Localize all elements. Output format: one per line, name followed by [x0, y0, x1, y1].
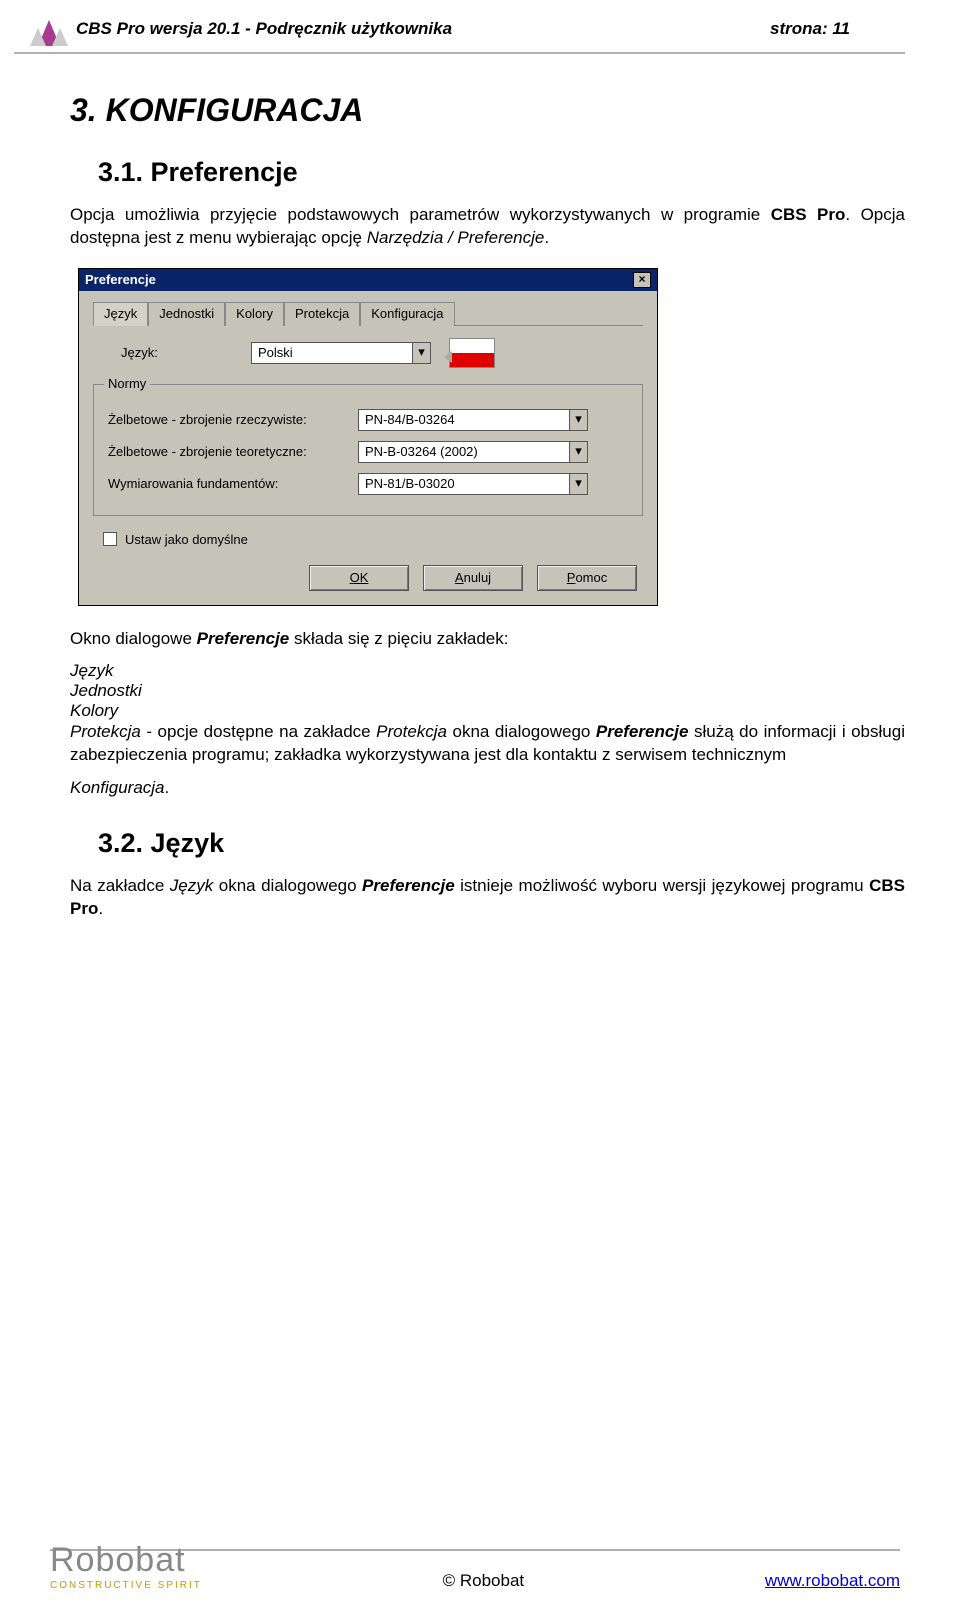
- chevron-down-icon[interactable]: ▾: [569, 442, 587, 462]
- tab-kolory[interactable]: Kolory: [225, 302, 284, 326]
- chevron-down-icon[interactable]: ▾: [412, 343, 430, 363]
- norms-fieldset: Normy Żelbetowe - zbrojenie rzeczywiste:…: [93, 384, 643, 516]
- chevron-down-icon[interactable]: ▾: [569, 410, 587, 430]
- footer-copyright: © Robobat: [443, 1571, 525, 1591]
- doc-title: CBS Pro wersja 20.1 - Podręcznik użytkow…: [76, 19, 770, 39]
- list-item: Jednostki: [70, 681, 905, 701]
- tab-protekcja[interactable]: Protekcja: [284, 302, 360, 326]
- flag-icon: [449, 338, 495, 368]
- protekcja-desc: Protekcja - opcje dostępne na zakładce P…: [70, 721, 905, 767]
- norm-label-0: Żelbetowe - zbrojenie rzeczywiste:: [108, 412, 358, 427]
- heading-1: 3. KONFIGURACJA: [70, 92, 905, 129]
- konfiguracja-item: Konfiguracja.: [70, 777, 905, 800]
- language-select[interactable]: Polski ▾: [251, 342, 431, 364]
- norm-select-0[interactable]: PN-84/B-03264 ▾: [358, 409, 588, 431]
- dialog-tabs: Język Jednostki Kolory Protekcja Konfigu…: [93, 301, 643, 326]
- footer-link[interactable]: www.robobat.com: [765, 1571, 900, 1591]
- tab-jednostki[interactable]: Jednostki: [148, 302, 225, 326]
- set-default-row: Ustaw jako domyślne: [103, 532, 643, 547]
- set-default-label: Ustaw jako domyślne: [125, 532, 248, 547]
- list-item: Język: [70, 661, 905, 681]
- chevron-down-icon[interactable]: ▾: [569, 474, 587, 494]
- tabs-list: Język Jednostki Kolory: [70, 661, 905, 721]
- set-default-checkbox[interactable]: [103, 532, 117, 546]
- help-button[interactable]: Pomoc: [537, 565, 637, 591]
- norms-legend: Normy: [104, 376, 150, 391]
- heading-2-preferencje: 3.1. Preferencje: [98, 157, 905, 188]
- preferences-dialog: Preferencje × Język Jednostki Kolory Pro…: [78, 268, 658, 606]
- tab-jezyk[interactable]: Język: [93, 302, 148, 326]
- dialog-title: Preferencje: [85, 272, 156, 287]
- dialog-titlebar: Preferencje ×: [79, 269, 657, 291]
- tabs-intro: Okno dialogowe Preferencje składa się z …: [70, 628, 905, 651]
- close-icon[interactable]: ×: [633, 272, 651, 288]
- page-content: 3. KONFIGURACJA 3.1. Preferencje Opcja u…: [0, 54, 960, 921]
- heading-2-jezyk: 3.2. Język: [98, 828, 905, 859]
- robobat-logo: Robobat CONSTRUCTIVE SPIRIT: [50, 1541, 202, 1591]
- page-header: CBS Pro wersja 20.1 - Podręcznik użytkow…: [14, 0, 905, 54]
- norm-label-1: Żelbetowe - zbrojenie teoretyczne:: [108, 444, 358, 459]
- norm-label-2: Wymiarowania fundamentów:: [108, 476, 358, 491]
- jezyk-paragraph: Na zakładce Język okna dialogowego Prefe…: [70, 875, 905, 921]
- logo-triangle-icon: [28, 10, 70, 48]
- language-label: Język:: [121, 345, 251, 360]
- tab-konfiguracja[interactable]: Konfiguracja: [360, 302, 454, 326]
- page-footer: Robobat CONSTRUCTIVE SPIRIT © Robobat ww…: [0, 1541, 960, 1591]
- ok-button[interactable]: OK: [309, 565, 409, 591]
- list-item: Kolory: [70, 701, 905, 721]
- norm-select-1[interactable]: PN-B-03264 (2002) ▾: [358, 441, 588, 463]
- intro-paragraph: Opcja umożliwia przyjęcie podstawowych p…: [70, 204, 905, 250]
- page-number: strona: 11: [770, 19, 850, 39]
- norm-select-2[interactable]: PN-81/B-03020 ▾: [358, 473, 588, 495]
- cancel-button[interactable]: Anuluj: [423, 565, 523, 591]
